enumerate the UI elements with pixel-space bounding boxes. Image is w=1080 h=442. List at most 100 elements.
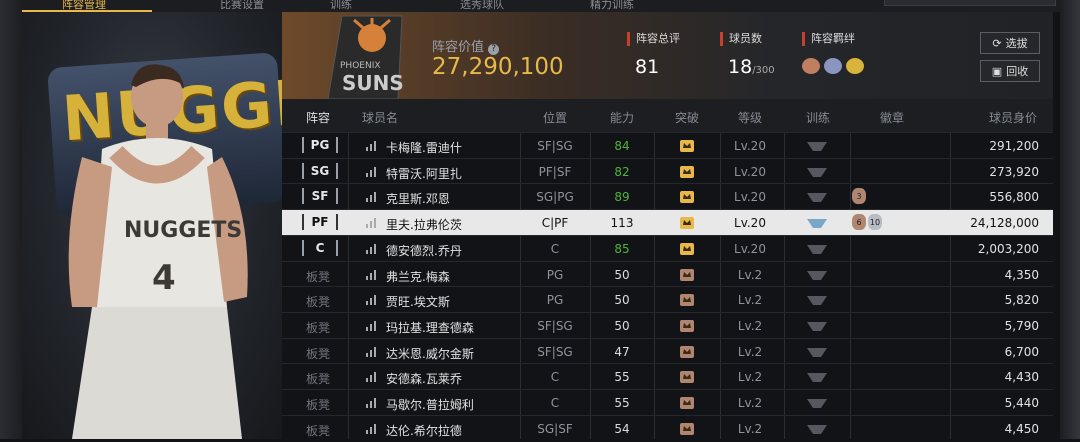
lineup-slot[interactable]: 板凳 xyxy=(302,396,334,413)
training-icon[interactable] xyxy=(807,397,827,409)
tab-2[interactable]: 比赛设置 xyxy=(220,0,264,12)
table-row[interactable]: PF 里夫.拉弗伦茨 C|PF 113 Lv.20 6 10 24,128,000 xyxy=(282,209,1053,237)
table-row[interactable]: SG 特雷沃.阿里扎 PF|SF 82 Lv.20 273,920 xyxy=(282,157,1053,185)
player-name[interactable]: 卡梅隆.雷迪什 xyxy=(386,139,462,156)
col-lineup[interactable]: 阵容 xyxy=(306,109,330,126)
lineup-slot[interactable]: 板凳 xyxy=(302,319,334,336)
player-position: C xyxy=(550,370,560,385)
player-ability: 54 xyxy=(614,421,630,436)
tab-3[interactable]: 训练 xyxy=(330,0,352,12)
player-level: Lv.20 xyxy=(734,190,766,205)
player-ability: 55 xyxy=(614,370,630,385)
breakthrough-icon[interactable] xyxy=(680,165,694,178)
lineup-slot[interactable]: PG xyxy=(302,137,338,153)
col-name[interactable]: 球员名 xyxy=(362,109,398,126)
signal-bars-icon xyxy=(366,320,376,331)
lineup-slot[interactable]: 板凳 xyxy=(302,345,334,362)
player-name[interactable]: 达伦.希尔拉德 xyxy=(386,422,462,439)
stat-roster: 球员数 18/300 xyxy=(720,32,775,78)
lineup-slot[interactable]: PF xyxy=(302,214,338,231)
lineup-slot[interactable]: 板凳 xyxy=(302,268,334,285)
training-icon[interactable] xyxy=(807,371,827,383)
table-row[interactable]: SF 克里斯.邓恩 SG|PG 89 Lv.20 3 556,800 xyxy=(282,183,1053,210)
lineup-slot[interactable]: 板凳 xyxy=(302,370,334,387)
background-right xyxy=(1060,0,1080,439)
player-name[interactable]: 德安德烈.乔丹 xyxy=(386,242,462,259)
badge-icon[interactable]: 6 xyxy=(852,214,866,231)
bond-icon-3[interactable] xyxy=(846,58,864,74)
col-training[interactable]: 训练 xyxy=(806,109,830,126)
lineup-slot[interactable]: 板凳 xyxy=(302,422,334,439)
training-icon[interactable] xyxy=(807,217,827,229)
breakthrough-icon[interactable] xyxy=(680,217,694,230)
col-breakthrough[interactable]: 突破 xyxy=(675,109,699,126)
breakthrough-icon[interactable] xyxy=(680,140,694,152)
table-row[interactable]: 板凳 马歇尔.普拉姆利 C 55 Lv.2 5,440 xyxy=(282,389,1053,416)
breakthrough-icon[interactable] xyxy=(680,397,694,409)
col-badge[interactable]: 徽章 xyxy=(880,109,904,126)
player-name[interactable]: 特雷沃.阿里扎 xyxy=(386,165,462,182)
stat-bond[interactable]: 阵容羁绊 xyxy=(802,32,864,74)
stat-bond-label: 阵容羁绊 xyxy=(802,32,855,46)
training-icon[interactable] xyxy=(807,269,827,281)
player-position: SG|SF xyxy=(537,421,573,436)
player-position: SF|SG xyxy=(537,318,573,333)
breakthrough-icon[interactable] xyxy=(680,319,694,332)
badge-icon[interactable]: 3 xyxy=(852,188,866,205)
table-row[interactable]: 板凳 玛拉基.理查德森 SF|SG 50 Lv.2 5,790 xyxy=(282,311,1053,339)
player-name[interactable]: 里夫.拉弗伦茨 xyxy=(386,216,462,233)
lineup-slot[interactable]: SF xyxy=(302,188,338,205)
table-row[interactable]: 板凳 安德森.瓦莱乔 C 55 Lv.2 4,430 xyxy=(282,363,1053,390)
player-name[interactable]: 马歇尔.普拉姆利 xyxy=(386,396,474,413)
bond-icons[interactable] xyxy=(802,58,864,74)
player-name[interactable]: 玛拉基.理查德森 xyxy=(386,319,474,336)
training-icon[interactable] xyxy=(807,294,827,306)
player-price: 4,430 xyxy=(1004,370,1039,385)
col-ability[interactable]: 能力 xyxy=(610,109,634,126)
breakthrough-icon[interactable] xyxy=(680,294,694,307)
player-name[interactable]: 安德森.瓦莱乔 xyxy=(386,370,462,387)
lineup-slot[interactable]: 板凳 xyxy=(302,293,334,310)
breakthrough-icon[interactable] xyxy=(680,242,694,255)
table-row[interactable]: PG 卡梅隆.雷迪什 SF|SG 84 Lv.20 291,200 xyxy=(282,132,1053,159)
top-right-box[interactable] xyxy=(884,0,1056,6)
breakthrough-icon[interactable] xyxy=(680,345,694,358)
breakthrough-icon[interactable] xyxy=(680,191,694,204)
training-icon[interactable] xyxy=(807,140,827,152)
signal-bars-icon xyxy=(366,346,376,357)
tab-4[interactable]: 选秀球队 xyxy=(460,0,504,12)
lineup-slot[interactable]: SG xyxy=(302,162,338,179)
lineup-slot[interactable]: C xyxy=(302,239,338,256)
table-row[interactable]: 板凳 达米恩.威尔金斯 SF|SG 47 Lv.2 6,700 xyxy=(282,337,1053,365)
breakthrough-icon[interactable] xyxy=(680,422,694,435)
recycle-button[interactable]: ▣ 回收 xyxy=(980,60,1040,82)
bond-icon-2[interactable] xyxy=(824,58,842,74)
training-icon[interactable] xyxy=(807,191,827,203)
player-level: Lv.2 xyxy=(737,421,763,436)
training-icon[interactable] xyxy=(807,166,827,178)
player-name[interactable]: 达米恩.威尔金斯 xyxy=(386,345,474,362)
col-level[interactable]: 等级 xyxy=(738,109,762,126)
tab-5[interactable]: 精力训练 xyxy=(590,0,634,12)
training-icon[interactable] xyxy=(807,423,827,435)
breakthrough-icon[interactable] xyxy=(680,371,694,384)
training-icon[interactable] xyxy=(807,243,827,255)
bond-icon-1[interactable] xyxy=(802,58,820,74)
table-row[interactable]: 板凳 弗兰克.梅森 PG 50 Lv.2 4,350 xyxy=(282,260,1053,288)
breakthrough-icon[interactable] xyxy=(680,268,694,281)
training-icon[interactable] xyxy=(807,320,827,332)
select-button[interactable]: ⟳ 选拔 xyxy=(980,32,1040,54)
table-row[interactable]: 板凳 贾旺.埃文斯 PG 50 Lv.2 5,820 xyxy=(282,286,1053,313)
team-logo: PHOENIX SUNS xyxy=(327,15,404,99)
col-price[interactable]: 球员身价 xyxy=(989,109,1037,126)
player-price: 556,800 xyxy=(989,190,1039,205)
table-row[interactable]: C 德安德烈.乔丹 C 85 Lv.20 2,003,200 xyxy=(282,234,1053,262)
player-name[interactable]: 弗兰克.梅森 xyxy=(386,268,450,285)
player-ability: 50 xyxy=(614,293,630,308)
badge-icon[interactable]: 10 xyxy=(868,214,882,231)
player-name[interactable]: 克里斯.邓恩 xyxy=(386,190,450,207)
table-row[interactable]: 板凳 达伦.希尔拉德 SG|SF 54 Lv.2 4,450 xyxy=(282,414,1053,442)
training-icon[interactable] xyxy=(807,346,827,358)
player-name[interactable]: 贾旺.埃文斯 xyxy=(386,293,450,310)
col-position[interactable]: 位置 xyxy=(543,109,567,126)
